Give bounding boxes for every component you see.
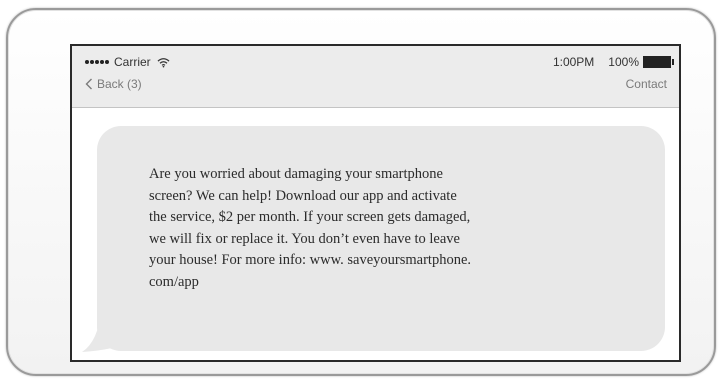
status-bar-left: Carrier	[85, 54, 170, 70]
contact-button[interactable]: Contact	[626, 77, 667, 91]
wifi-icon	[157, 57, 170, 68]
top-bar: Carrier 1:00PM 100% Back (3) Contact	[72, 46, 679, 108]
battery-percent: 100%	[608, 55, 639, 69]
back-button-label: Back (3)	[97, 77, 142, 91]
phone-frame: Carrier 1:00PM 100% Back (3) Contact Are…	[6, 8, 716, 376]
message-bubble: Are you worried about damaging your smar…	[97, 126, 665, 351]
battery-icon	[643, 56, 674, 68]
back-button[interactable]: Back (3)	[85, 77, 142, 91]
signal-dots-icon	[85, 60, 109, 64]
clock: 1:00PM	[552, 55, 595, 69]
carrier-label: Carrier	[114, 55, 151, 69]
phone-screen: Carrier 1:00PM 100% Back (3) Contact Are…	[70, 44, 681, 362]
status-bar-right: 1:00PM 100%	[552, 54, 674, 70]
chevron-left-icon	[85, 78, 92, 90]
message-text: Are you worried about damaging your smar…	[149, 166, 472, 290]
